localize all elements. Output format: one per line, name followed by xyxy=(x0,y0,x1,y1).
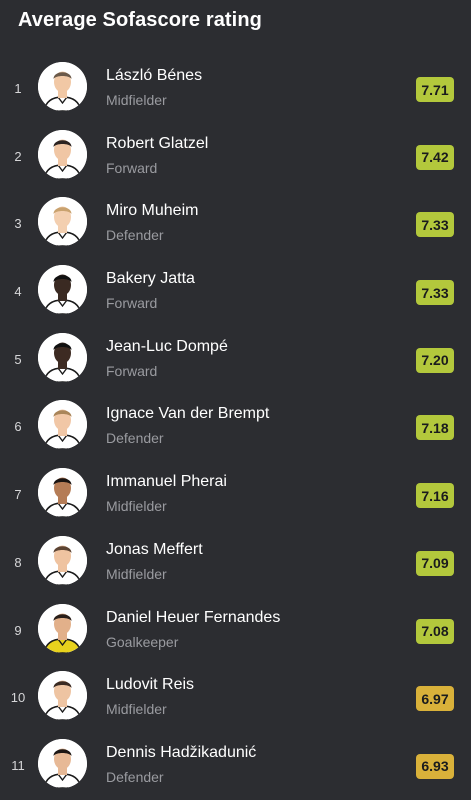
player-row[interactable]: 5 Jean-Luc Dompé Forward 7.20 xyxy=(0,324,471,392)
player-position: Defender xyxy=(106,227,164,244)
player-row[interactable]: 9 Daniel Heuer Fernandes Goalkeeper 7.08 xyxy=(0,595,471,663)
player-name[interactable]: Jean-Luc Dompé xyxy=(106,338,228,356)
player-position: Forward xyxy=(106,159,158,176)
rank-number: 1 xyxy=(14,81,22,96)
player-name[interactable]: László Bénes xyxy=(106,67,202,85)
player-name[interactable]: Miro Muheim xyxy=(106,202,198,220)
player-name[interactable]: Ludovit Reis xyxy=(106,676,194,694)
rating-badge: 7.71 xyxy=(416,77,454,102)
player-rating-list: 1 László Bénes Midfielder 7.71 2 Robert … xyxy=(0,53,471,798)
rating-badge: 7.09 xyxy=(416,550,454,576)
player-avatar[interactable] xyxy=(38,535,87,585)
player-position: Goalkeeper xyxy=(106,633,179,650)
player-position: Defender xyxy=(106,768,164,785)
player-row[interactable]: 3 Miro Muheim Defender 7.33 xyxy=(0,188,471,256)
player-avatar[interactable] xyxy=(38,468,87,518)
player-row[interactable]: 1 László Bénes Midfielder 7.71 xyxy=(0,53,471,121)
player-avatar[interactable] xyxy=(38,332,87,382)
player-name[interactable]: Bakery Jatta xyxy=(106,270,195,288)
rank-number: 3 xyxy=(14,216,22,232)
player-avatar[interactable] xyxy=(38,197,87,247)
rank-number: 10 xyxy=(10,690,26,706)
player-avatar[interactable] xyxy=(38,400,87,450)
player-name[interactable]: Daniel Heuer Fernandes xyxy=(106,609,280,627)
rank-number: 8 xyxy=(14,554,22,570)
rating-badge: 7.16 xyxy=(416,483,454,509)
rating-badge: 7.33 xyxy=(416,280,454,306)
player-position: Midfielder xyxy=(106,92,167,108)
rank-number: 7 xyxy=(14,487,22,503)
rank-number: 4 xyxy=(14,284,22,300)
rating-badge: 7.18 xyxy=(416,415,454,441)
player-name[interactable]: Robert Glatzel xyxy=(106,135,208,153)
player-avatar[interactable] xyxy=(38,62,87,111)
rank-number: 11 xyxy=(11,757,25,773)
rating-badge: 6.97 xyxy=(416,686,454,712)
player-row[interactable]: 6 Ignace Van der Brempt Defender 7.18 xyxy=(0,391,471,459)
player-avatar[interactable] xyxy=(38,671,87,721)
player-name[interactable]: Immanuel Pherai xyxy=(106,473,227,491)
rating-badge: 7.08 xyxy=(416,618,454,644)
player-row[interactable]: 11 Dennis Hadžikadunić Defender 6.93 xyxy=(0,730,471,798)
player-row[interactable]: 2 Robert Glatzel Forward 7.42 xyxy=(0,121,471,189)
player-position: Midfielder xyxy=(106,498,167,515)
player-row[interactable]: 7 Immanuel Pherai Midfielder 7.16 xyxy=(0,459,471,527)
player-row[interactable]: 8 Jonas Meffert Midfielder 7.09 xyxy=(0,527,471,595)
player-avatar[interactable] xyxy=(38,738,87,788)
player-row[interactable]: 4 Bakery Jatta Forward 7.33 xyxy=(0,256,471,324)
player-avatar[interactable] xyxy=(38,603,87,653)
player-name[interactable]: Ignace Van der Brempt xyxy=(106,405,269,423)
player-position: Forward xyxy=(106,362,158,379)
rating-badge: 7.20 xyxy=(416,347,454,373)
rating-badge: 7.42 xyxy=(416,144,454,170)
player-position: Defender xyxy=(106,430,164,447)
rating-badge: 6.93 xyxy=(416,753,454,779)
player-position: Midfielder xyxy=(106,701,167,718)
player-position: Forward xyxy=(106,295,158,312)
player-avatar[interactable] xyxy=(38,129,87,179)
rating-badge: 7.33 xyxy=(416,212,454,238)
rank-number: 2 xyxy=(14,148,22,164)
player-avatar[interactable] xyxy=(38,265,87,315)
rank-number: 9 xyxy=(14,622,22,638)
player-name[interactable]: Jonas Meffert xyxy=(106,541,203,559)
player-name[interactable]: Dennis Hadžikadunić xyxy=(106,744,256,762)
page-title: Average Sofascore rating xyxy=(18,9,262,31)
player-position: Midfielder xyxy=(106,565,167,582)
player-row[interactable]: 10 Ludovit Reis Midfielder 6.97 xyxy=(0,662,471,730)
rank-number: 5 xyxy=(14,351,22,367)
rank-number: 6 xyxy=(14,419,22,435)
